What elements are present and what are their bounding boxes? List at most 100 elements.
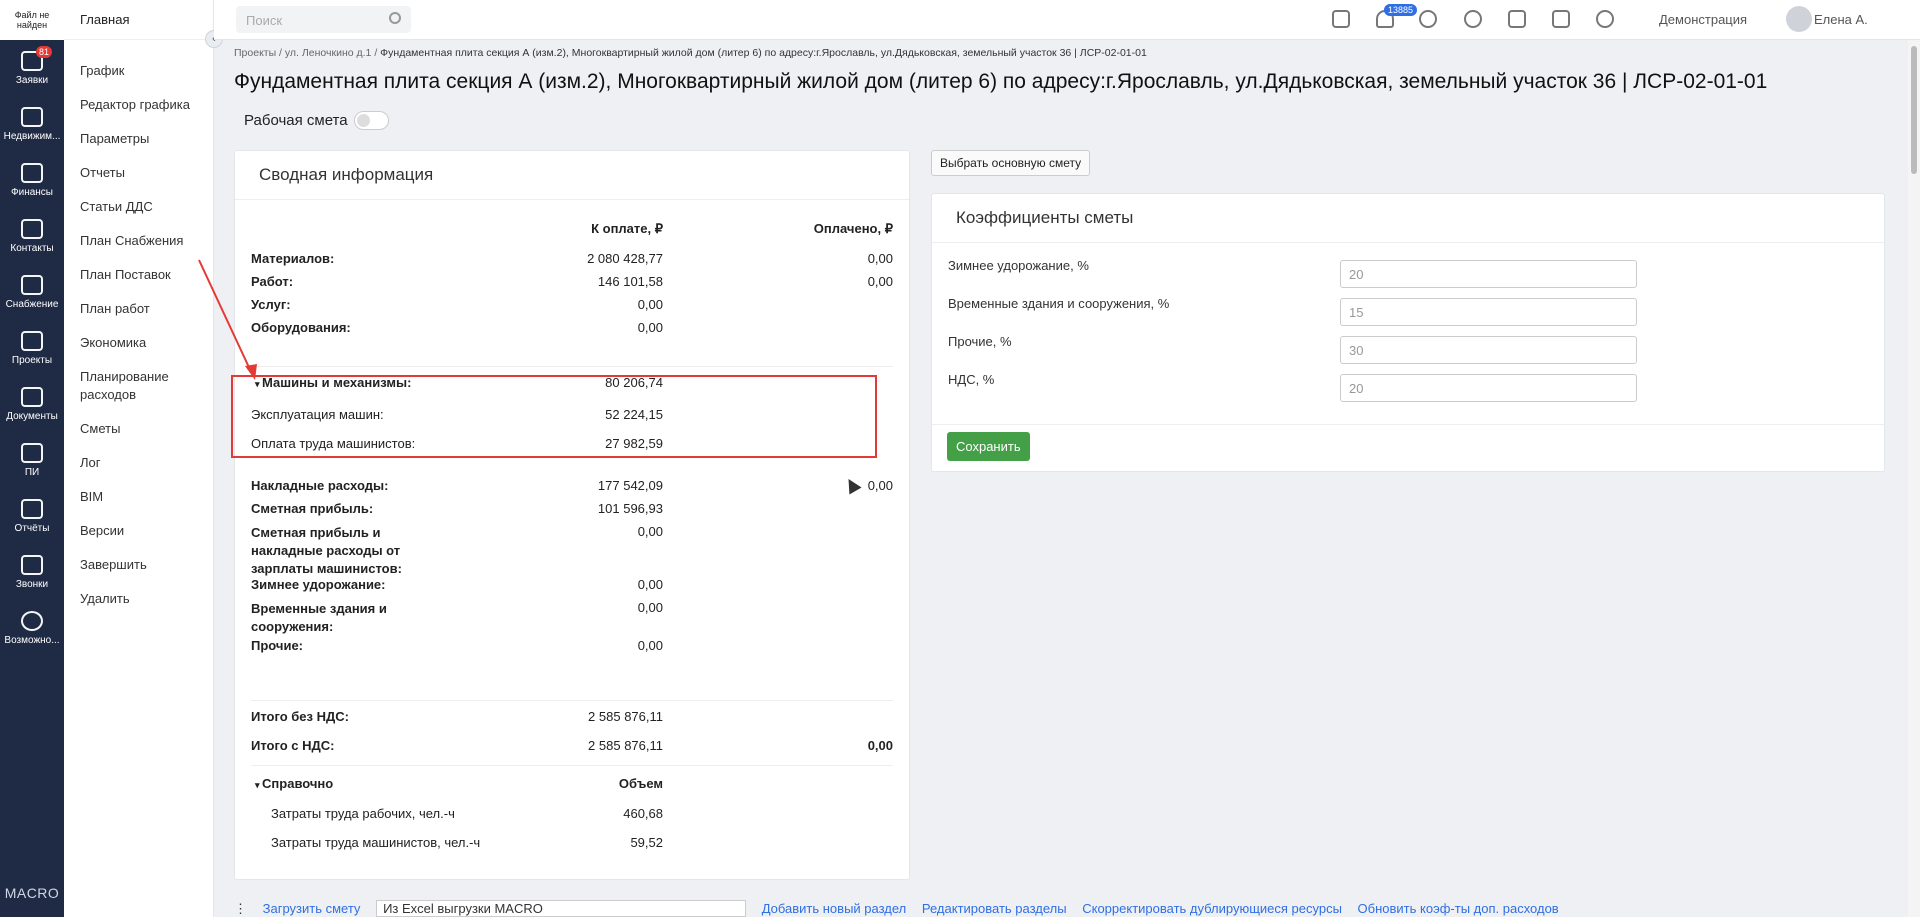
row-label: Сметная прибыль:: [251, 501, 374, 516]
info-icon[interactable]: [1552, 10, 1570, 28]
topbar: Поиск 13885 Демонстрация Елена А.: [214, 0, 1920, 40]
summary-row: Услуг: 0,00: [251, 297, 893, 317]
sidebar-item[interactable]: График: [64, 54, 213, 88]
machinist-labor-value: 59,52: [630, 835, 663, 850]
coef-input[interactable]: 20: [1340, 260, 1637, 288]
phone-icon[interactable]: [1464, 10, 1482, 28]
gear-icon: [21, 610, 43, 631]
fix-duplicates-link[interactable]: Скорректировать дублирующиеся ресурсы: [1082, 901, 1342, 916]
monitor-icon: [21, 442, 43, 463]
summary-row: Материалов: 2 080 428,77 0,00: [251, 251, 893, 271]
rail-item-features[interactable]: Возможно...: [0, 600, 64, 656]
rail-item-contacts[interactable]: Контакты: [0, 208, 64, 264]
rail-item-finance[interactable]: Финансы: [0, 152, 64, 208]
row-label: Зимнее удорожание:: [251, 577, 386, 592]
sidebar-item[interactable]: Сметы: [64, 412, 213, 446]
rail-item-reports[interactable]: Отчёты: [0, 488, 64, 544]
search-input[interactable]: Поиск: [236, 6, 411, 33]
sidebar-item[interactable]: Версии: [64, 514, 213, 548]
sidebar-item[interactable]: BIM: [64, 480, 213, 514]
breadcrumb-item[interactable]: Проекты: [234, 47, 276, 59]
page-scrollbar[interactable]: [1908, 40, 1920, 917]
sidebar-item[interactable]: План работ: [64, 292, 213, 326]
summary-row: Работ: 146 101,58 0,00: [251, 274, 893, 294]
projects-icon: [21, 330, 43, 351]
coef-input[interactable]: 30: [1340, 336, 1637, 364]
page-title: Фундаментная плита секция А (изм.2), Мно…: [234, 70, 1768, 93]
rail-label: Заявки: [15, 74, 49, 86]
working-estimate-toggle[interactable]: [354, 111, 389, 130]
coef-input[interactable]: 20: [1340, 374, 1637, 402]
sidebar-item[interactable]: План Поставок: [64, 258, 213, 292]
row-label: Сметная прибыль и накладные расходы от з…: [251, 525, 402, 576]
summary-row: Накладные расходы: 177 542,09 0,00: [251, 478, 893, 498]
update-coefficients-link[interactable]: Обновить коэф-ты доп. расходов: [1358, 901, 1559, 916]
sidebar-item[interactable]: Параметры: [64, 122, 213, 156]
chat-icon[interactable]: [1419, 10, 1437, 28]
sidebar-item[interactable]: Экономика: [64, 326, 213, 360]
rail-label: Контакты: [10, 242, 54, 254]
coefficients-title: Коэффициенты сметы: [932, 194, 1884, 243]
rail-item-documents[interactable]: Документы: [0, 376, 64, 432]
coef-label: НДС, %: [948, 372, 995, 387]
rail-item-pi[interactable]: ПИ: [0, 432, 64, 488]
summary-row: Оборудования: 0,00: [251, 320, 893, 340]
select-main-estimate-button[interactable]: Выбрать основную смету: [931, 150, 1091, 176]
row-pay: 177 542,09: [597, 478, 663, 493]
save-button[interactable]: Сохранить: [947, 432, 1030, 461]
organization-name[interactable]: Демонстрация: [1659, 12, 1747, 27]
document-icon: [21, 386, 43, 407]
edit-sections-link[interactable]: Редактировать разделы: [922, 901, 1067, 916]
wallet-icon: [21, 162, 43, 183]
rail-item-supply[interactable]: Снабжение: [0, 264, 64, 320]
rail-item-realty[interactable]: Недвижим...: [0, 96, 64, 152]
worker-labor-value: 460,68: [623, 806, 663, 821]
summary-title: Сводная информация: [235, 151, 909, 200]
sidebar-item[interactable]: Статьи ДДС: [64, 190, 213, 224]
total-vat-label: Итого с НДС:: [251, 738, 335, 753]
summary-row: Зимнее удорожание: 0,00: [251, 577, 893, 597]
truck-icon: [21, 274, 43, 295]
row-pay: 0,00: [637, 638, 663, 653]
sidebar-title[interactable]: Главная: [64, 0, 213, 40]
chart-icon: [21, 498, 43, 519]
phone-icon: [21, 554, 43, 575]
row-pay: 101 596,93: [597, 501, 663, 516]
rail-item-projects[interactable]: Проекты: [0, 320, 64, 376]
breadcrumb: Проекты / ул. Леночкино д.1 / Фундаментн…: [234, 47, 1147, 59]
rail-item-requests[interactable]: 81 Заявки: [0, 40, 64, 96]
highlight-annotation: [231, 375, 877, 458]
users-icon[interactable]: [1596, 10, 1614, 28]
sidebar-item[interactable]: Редактор графика: [64, 88, 213, 122]
user-name[interactable]: Елена А.: [1814, 12, 1868, 27]
source-select[interactable]: Из Excel выгрузки MACRO: [376, 900, 747, 917]
coef-label: Прочие, %: [948, 334, 1012, 349]
sidebar-item[interactable]: Отчеты: [64, 156, 213, 190]
row-paid: 0,00: [867, 251, 893, 266]
sidebar-item[interactable]: Завершить: [64, 548, 213, 582]
calendar-icon[interactable]: [1332, 10, 1350, 28]
coef-label: Зимнее удорожание, %: [948, 258, 1089, 273]
rail-label: Отчёты: [14, 522, 50, 534]
total-no-vat-label: Итого без НДС:: [251, 709, 349, 724]
sidebar-item[interactable]: План Снабжения: [64, 224, 213, 258]
scrollbar-thumb[interactable]: [1911, 46, 1917, 174]
copy-icon[interactable]: [1508, 10, 1526, 28]
rail-label: Финансы: [11, 186, 53, 198]
sidebar-item[interactable]: Планирование расходов: [64, 360, 213, 412]
sidebar-item[interactable]: Лог: [64, 446, 213, 480]
rail-label: ПИ: [24, 466, 40, 478]
coef-input[interactable]: 15: [1340, 298, 1637, 326]
sidebar-item[interactable]: Удалить: [64, 582, 213, 616]
add-section-link[interactable]: Добавить новый раздел: [762, 901, 907, 916]
rail-item-calls[interactable]: Звонки: [0, 544, 64, 600]
more-menu-icon[interactable]: ⋮: [234, 901, 247, 916]
worker-labor-label: Затраты труда рабочих, чел.-ч: [271, 806, 455, 821]
breadcrumb-item[interactable]: ул. Леночкино д.1: [285, 47, 372, 59]
notification-badge: 13885: [1384, 4, 1418, 16]
rail-label: Проекты: [11, 354, 53, 366]
upload-estimate-link[interactable]: Загрузить смету: [263, 901, 361, 916]
avatar[interactable]: [1786, 6, 1812, 32]
reference-toggle[interactable]: ▾ Справочно: [255, 776, 333, 791]
row-pay: 0,00: [637, 297, 663, 312]
